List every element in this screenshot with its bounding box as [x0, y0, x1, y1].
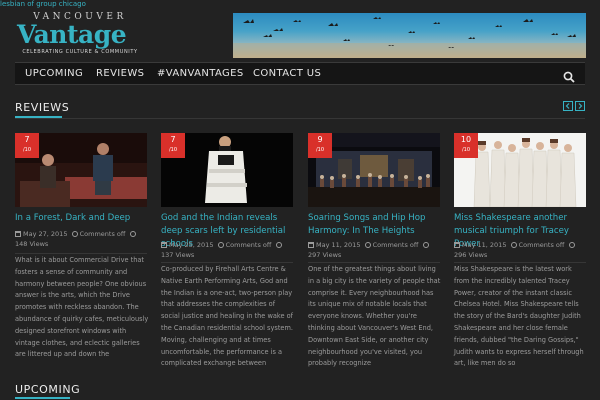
- score-denominator: /10: [461, 147, 471, 153]
- review-card: 9 /10 Soaring Songs and Hip Hop Harmony:…: [308, 133, 440, 393]
- birds-illustration: [233, 17, 586, 58]
- score-badge: 9 /10: [308, 133, 332, 158]
- score-value: 7: [170, 135, 176, 144]
- score-value: 9: [317, 135, 323, 144]
- review-thumbnail[interactable]: 9 /10: [308, 133, 440, 207]
- top-link[interactable]: lesbian of group chicago: [0, 0, 86, 9]
- upcoming-title-underline: [15, 397, 70, 399]
- nav-item-contact-us[interactable]: CONTACT US: [253, 68, 321, 79]
- review-title[interactable]: Soaring Songs and Hip Hop Harmony: In Th…: [308, 212, 442, 238]
- comment-icon: [217, 242, 224, 248]
- logo-tagline: CELEBRATING CULTURE & COMMUNITY: [22, 49, 138, 55]
- review-excerpt: One of the greatest things about living …: [308, 265, 441, 368]
- review-comments: Comments off: [225, 241, 272, 249]
- review-views-count: 148: [15, 240, 28, 248]
- review-excerpt: Miss Shakespeare is the latest work from…: [454, 265, 584, 368]
- comment-icon: [510, 242, 517, 248]
- main-nav: UPCOMING REVIEWS #VANVANTAGES CONTACT US: [15, 62, 585, 85]
- logo-main-text: Vantage: [17, 20, 127, 49]
- review-excerpt: What is it about Commercial Drive that f…: [15, 256, 149, 359]
- review-meta: May 27, 2015 Comments off 148 Views: [15, 229, 149, 249]
- review-views-label: Views: [468, 251, 488, 259]
- nav-item-upcoming[interactable]: UPCOMING: [25, 68, 83, 79]
- calendar-icon: [454, 242, 460, 248]
- header-banner: [233, 13, 586, 58]
- score-denominator: /10: [168, 147, 178, 153]
- review-date: May 27, 2015: [23, 230, 68, 238]
- review-thumbnail[interactable]: 7 /10: [161, 133, 293, 207]
- review-comments: Comments off: [518, 241, 565, 249]
- search-icon[interactable]: [563, 68, 575, 83]
- eye-icon: [568, 242, 575, 248]
- review-thumbnail[interactable]: 7 /10: [15, 133, 147, 207]
- review-date: May 11, 2015: [316, 241, 361, 249]
- calendar-icon: [15, 231, 21, 237]
- review-card: 10 /10 Miss Shakespeare another musical …: [454, 133, 586, 393]
- review-meta: May 25, 2015 Comments off 137 Views: [161, 240, 295, 260]
- eye-icon: [275, 242, 282, 248]
- score-denominator: /10: [22, 147, 32, 153]
- carousel-prev-button[interactable]: [563, 101, 573, 111]
- review-date: May 25, 2015: [169, 241, 214, 249]
- meta-divider: [454, 262, 586, 263]
- review-views-count: 137: [161, 251, 174, 259]
- review-card: 7 /10 In a Forest, Dark and Deep May 27,…: [15, 133, 149, 393]
- eye-icon: [422, 242, 429, 248]
- score-value: 7: [24, 135, 30, 144]
- review-date: May 11, 2015: [462, 241, 507, 249]
- review-comments: Comments off: [79, 230, 126, 238]
- review-card: 7 /10 God and the Indian reveals deep sc…: [161, 133, 293, 393]
- comment-icon: [364, 242, 371, 248]
- review-views-label: Views: [29, 240, 49, 248]
- meta-divider: [161, 262, 293, 263]
- comment-icon: [71, 231, 78, 237]
- score-badge: 7 /10: [161, 133, 185, 158]
- score-denominator: /10: [315, 147, 325, 153]
- nav-item-reviews[interactable]: REVIEWS: [96, 68, 144, 79]
- nav-item-vanvantages[interactable]: #VANVANTAGES: [157, 68, 244, 79]
- meta-divider: [15, 253, 147, 254]
- review-excerpt: Co-produced by Firehall Arts Centre & Na…: [161, 265, 293, 368]
- review-title[interactable]: In a Forest, Dark and Deep: [15, 212, 149, 225]
- review-views-count: 296: [454, 251, 467, 259]
- review-views-label: Views: [322, 251, 342, 259]
- score-value: 10: [460, 135, 472, 144]
- review-views-count: 297: [308, 251, 321, 259]
- review-views-label: Views: [175, 251, 195, 259]
- carousel-next-button[interactable]: [575, 101, 585, 111]
- review-meta: May 11, 2015 Comments off 297 Views: [308, 240, 442, 260]
- score-badge: 10 /10: [454, 133, 478, 158]
- score-badge: 7 /10: [15, 133, 39, 158]
- review-meta: May 11, 2015 Comments off 296 Views: [454, 240, 588, 260]
- calendar-icon: [308, 242, 314, 248]
- review-comments: Comments off: [372, 241, 419, 249]
- calendar-icon: [161, 242, 167, 248]
- reviews-section-divider: [15, 118, 585, 119]
- review-thumbnail[interactable]: 10 /10: [454, 133, 586, 207]
- eye-icon: [129, 231, 136, 237]
- reviews-section-title: REVIEWS: [15, 101, 70, 114]
- upcoming-section-title: UPCOMING: [15, 383, 81, 396]
- meta-divider: [308, 262, 440, 263]
- site-logo[interactable]: VANCOUVER Vantage CELEBRATING CULTURE & …: [15, 12, 145, 58]
